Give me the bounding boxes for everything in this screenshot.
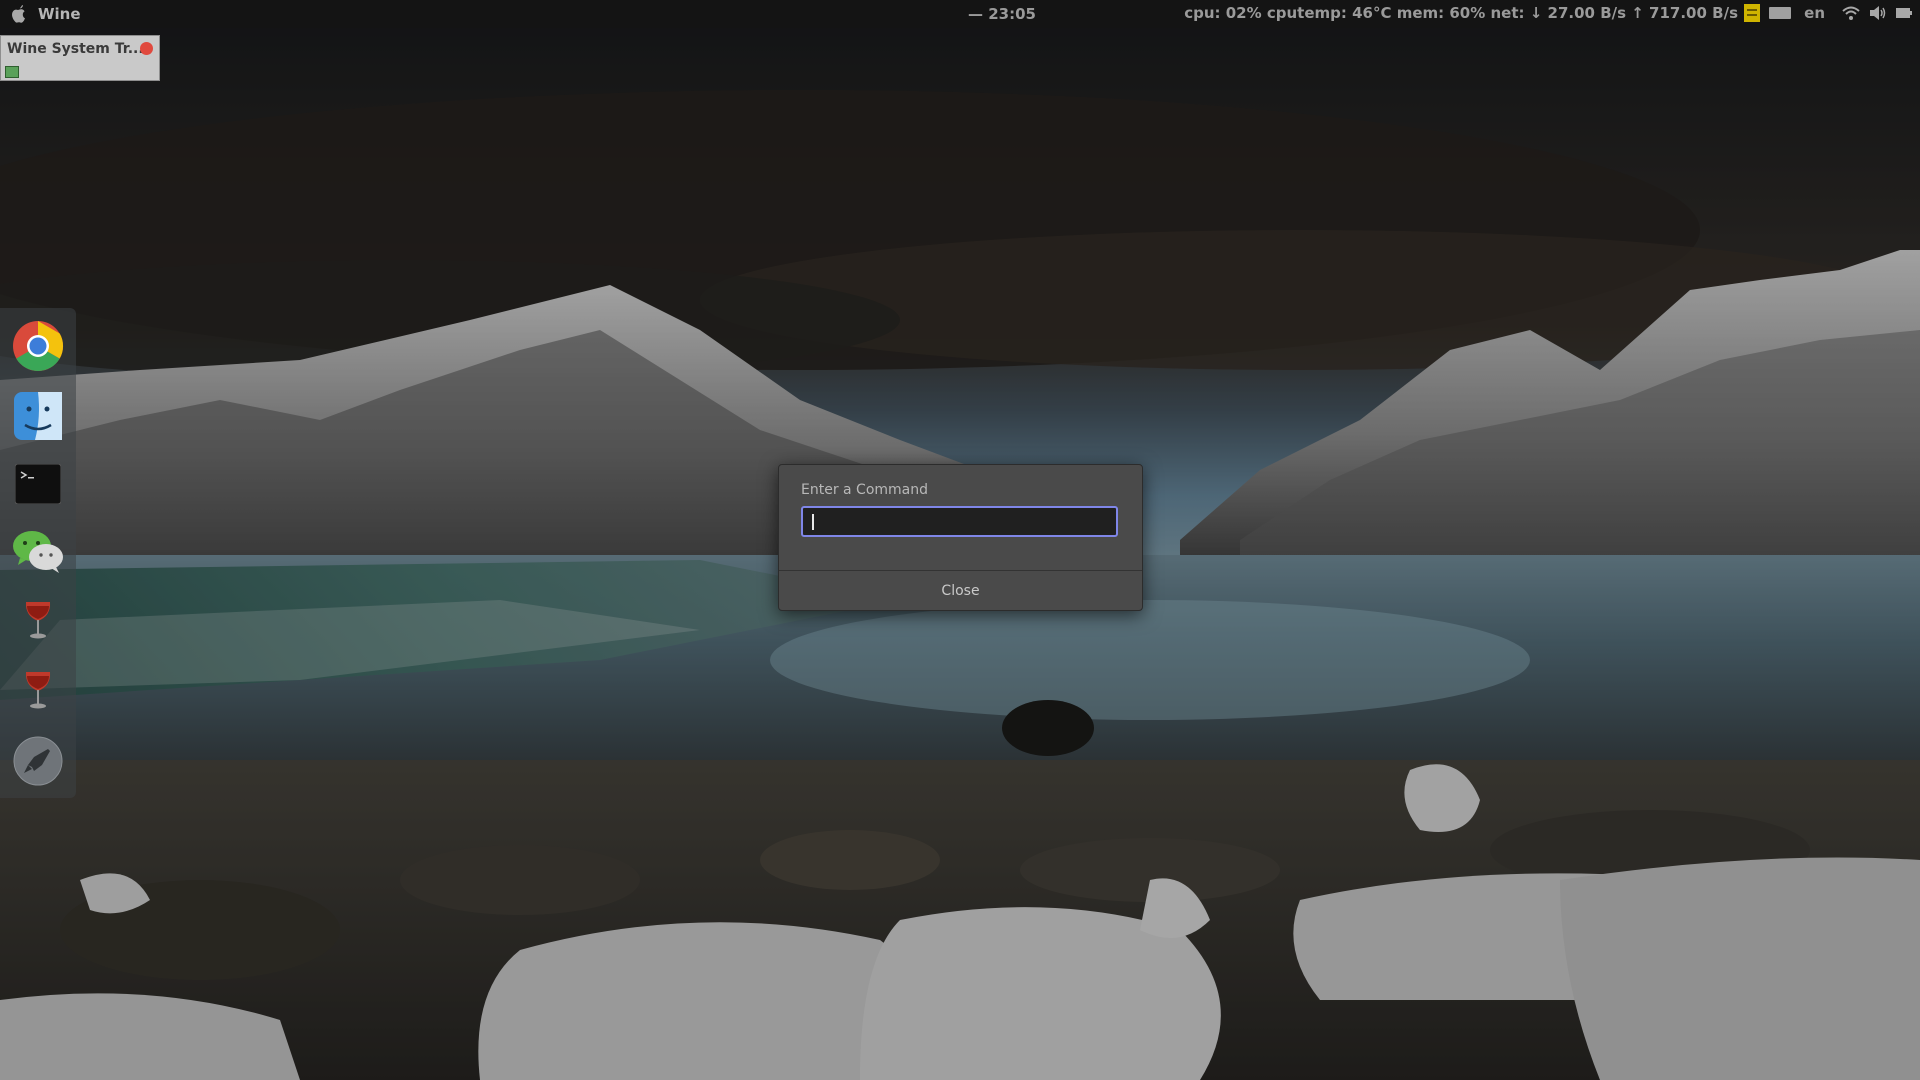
- desktop: Wine — 23:05 cpu: 02% cputemp: 46°C mem:…: [0, 0, 1920, 1080]
- close-icon[interactable]: [140, 42, 153, 55]
- window-title[interactable]: Wine System Tr...: [1, 36, 159, 62]
- notes-icon[interactable]: [1744, 4, 1761, 22]
- keyboard-icon[interactable]: [1769, 7, 1792, 19]
- system-monitor-status: cpu: 02% cputemp: 46°C mem: 60% net: ↓ 2…: [1184, 4, 1738, 22]
- dock: [0, 308, 76, 798]
- battery-icon[interactable]: [1896, 7, 1912, 19]
- tray-app-icon[interactable]: [5, 66, 19, 78]
- terminal-icon[interactable]: [10, 456, 66, 512]
- language-indicator[interactable]: en: [1804, 4, 1825, 22]
- active-app-name[interactable]: Wine: [38, 5, 81, 23]
- wifi-icon[interactable]: [1842, 5, 1860, 21]
- wine-icon[interactable]: [10, 593, 66, 649]
- text-cursor: [812, 514, 814, 530]
- wechat-icon[interactable]: [10, 523, 66, 579]
- wine-system-tray-window[interactable]: Wine System Tr...: [0, 35, 160, 81]
- status-tray: en: [1744, 4, 1912, 22]
- wine-icon[interactable]: [10, 663, 66, 719]
- dialog-prompt: Enter a Command: [801, 482, 929, 498]
- clock[interactable]: — 23:05: [968, 5, 1036, 23]
- apple-menu-icon[interactable]: [10, 5, 26, 23]
- run-command-dialog: Enter a Command Close: [778, 464, 1143, 611]
- launchpad-icon[interactable]: [10, 733, 66, 789]
- finder-icon[interactable]: [10, 388, 66, 444]
- command-input[interactable]: [801, 506, 1118, 537]
- close-button[interactable]: Close: [779, 571, 1142, 611]
- chrome-icon[interactable]: [10, 318, 66, 374]
- volume-icon[interactable]: [1869, 5, 1887, 21]
- top-panel: Wine — 23:05 cpu: 02% cputemp: 46°C mem:…: [0, 0, 1920, 28]
